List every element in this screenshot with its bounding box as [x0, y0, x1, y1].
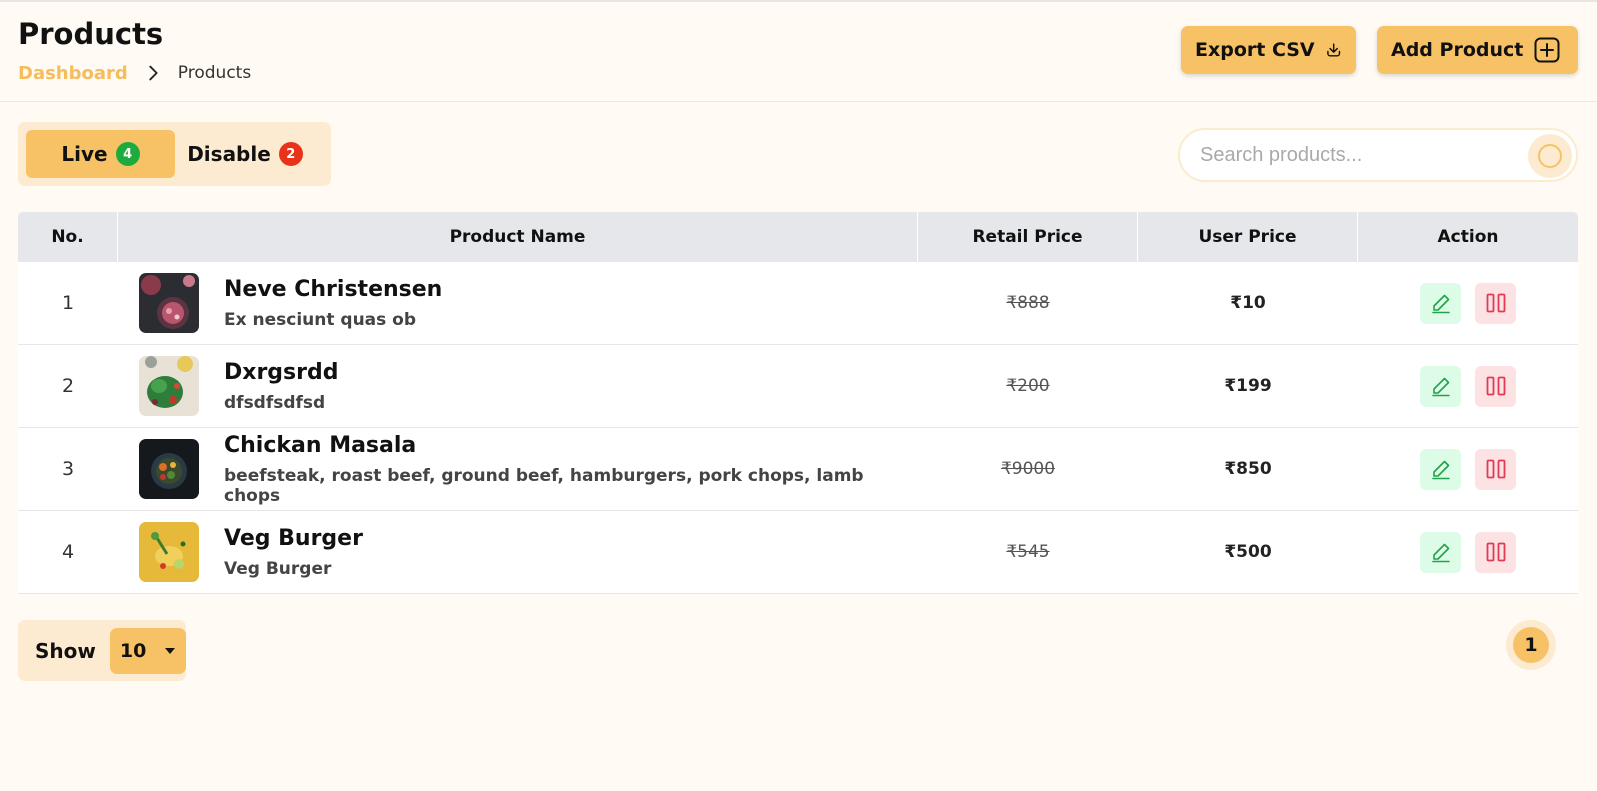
product-cell: Neve Christensen Ex nesciunt quas ob	[118, 262, 918, 344]
page-size-control: Show 10	[18, 620, 186, 681]
row-number: 4	[61, 541, 75, 563]
column-header-action: Action	[1437, 227, 1499, 247]
retail-price: ₹545	[1006, 542, 1050, 562]
add-product-label: Add Product	[1391, 39, 1524, 61]
row-actions	[1358, 262, 1578, 344]
product-cell: Dxrgsrdd dfsdfsdfsd	[118, 345, 918, 427]
pause-icon	[1486, 459, 1505, 479]
user-price: ₹500	[1224, 542, 1272, 562]
caret-down-icon	[165, 647, 176, 654]
breadcrumb: Dashboard Products	[18, 62, 251, 84]
add-product-button[interactable]: Add Product	[1377, 26, 1578, 74]
pause-icon	[1486, 376, 1505, 396]
edit-button[interactable]	[1420, 282, 1461, 324]
column-header-retail: Retail Price	[918, 212, 1138, 262]
row-actions	[1358, 428, 1578, 510]
product-name: Neve Christensen	[224, 276, 443, 302]
page-size-value: 10	[119, 639, 147, 662]
page-header: Products Dashboard Products Export CSV A…	[0, 0, 1597, 102]
row-actions	[1358, 511, 1578, 593]
edit-button[interactable]	[1420, 448, 1461, 490]
current-page-number: 1	[1513, 627, 1549, 663]
live-count-badge: 4	[115, 142, 140, 166]
product-thumbnail	[139, 273, 199, 333]
page-size-select[interactable]: 10	[109, 627, 186, 674]
product-description: beefsteak, roast beef, ground beef, hamb…	[224, 465, 864, 506]
download-icon	[1326, 43, 1340, 57]
products-table: No. Product Name Retail Price User Price…	[18, 212, 1578, 594]
product-description: Ex nesciunt quas ob	[224, 309, 417, 330]
product-name: Chickan Masala	[224, 432, 417, 458]
user-price: ₹199	[1224, 376, 1272, 396]
product-name: Veg Burger	[224, 525, 363, 551]
product-description: Veg Burger	[224, 558, 332, 579]
status-tabs: Live 4 Disable 2	[18, 122, 331, 186]
table-row: 3 Chickan Masala beefsteak, roast beef, …	[18, 428, 1578, 511]
pause-icon	[1486, 542, 1505, 562]
product-description: dfsdfsdfsd	[224, 392, 326, 413]
disable-button[interactable]	[1475, 448, 1516, 490]
row-actions	[1358, 345, 1578, 427]
table-header: No. Product Name Retail Price User Price…	[18, 212, 1578, 262]
product-thumbnail	[139, 356, 199, 416]
pagination-page-1[interactable]: 1	[1506, 620, 1556, 670]
user-price: ₹850	[1224, 459, 1272, 479]
search-button[interactable]	[1528, 134, 1572, 178]
page-title: Products	[18, 17, 164, 51]
edit-button[interactable]	[1420, 531, 1461, 573]
column-header-name: Product Name	[118, 212, 918, 262]
table-row: 4 Veg Burger Veg Burger ₹545 ₹500	[18, 511, 1578, 594]
tab-disable[interactable]: Disable 2	[175, 130, 315, 178]
product-cell: Chickan Masala beefsteak, roast beef, gr…	[118, 428, 918, 510]
table-row: 1 Neve Christensen Ex nesciunt quas ob ₹…	[18, 262, 1578, 345]
column-header-user: User Price	[1138, 212, 1358, 262]
retail-price: ₹200	[1006, 376, 1050, 396]
product-cell: Veg Burger Veg Burger	[118, 511, 918, 593]
retail-price: ₹888	[1006, 293, 1050, 313]
user-price: ₹10	[1230, 293, 1266, 313]
retail-price: ₹9000	[1000, 459, 1056, 479]
product-thumbnail	[139, 439, 199, 499]
plus-square-icon	[1534, 37, 1560, 63]
search-box	[1178, 128, 1578, 182]
row-number: 1	[61, 292, 75, 314]
column-header-no: No.	[18, 212, 118, 262]
pencil-icon	[1431, 294, 1450, 314]
product-name: Dxrgsrdd	[224, 359, 339, 385]
row-number: 3	[61, 458, 75, 480]
edit-button[interactable]	[1420, 365, 1461, 407]
export-csv-label: Export CSV	[1195, 39, 1315, 61]
disable-button[interactable]	[1475, 282, 1516, 324]
breadcrumb-current: Products	[177, 63, 252, 83]
search-icon	[1538, 144, 1562, 168]
pencil-icon	[1431, 460, 1450, 480]
product-thumbnail	[139, 522, 199, 582]
show-label: Show	[35, 638, 96, 663]
tab-live-label: Live	[61, 142, 108, 166]
disable-button[interactable]	[1475, 365, 1516, 407]
row-number: 2	[61, 375, 75, 397]
table-row: 2 Dxrgsrdd dfsdfsdfsd ₹200 ₹199	[18, 345, 1578, 428]
pause-icon	[1486, 293, 1505, 313]
disable-count-badge: 2	[278, 142, 303, 166]
chevron-right-icon	[149, 65, 158, 81]
search-input[interactable]	[1200, 143, 1500, 167]
pencil-icon	[1431, 543, 1450, 563]
export-csv-button[interactable]: Export CSV	[1181, 26, 1356, 74]
tab-live[interactable]: Live 4	[26, 130, 175, 178]
disable-button[interactable]	[1475, 531, 1516, 573]
breadcrumb-dashboard-link[interactable]: Dashboard	[18, 63, 128, 84]
tab-disable-label: Disable	[187, 142, 271, 166]
pencil-icon	[1431, 377, 1450, 397]
